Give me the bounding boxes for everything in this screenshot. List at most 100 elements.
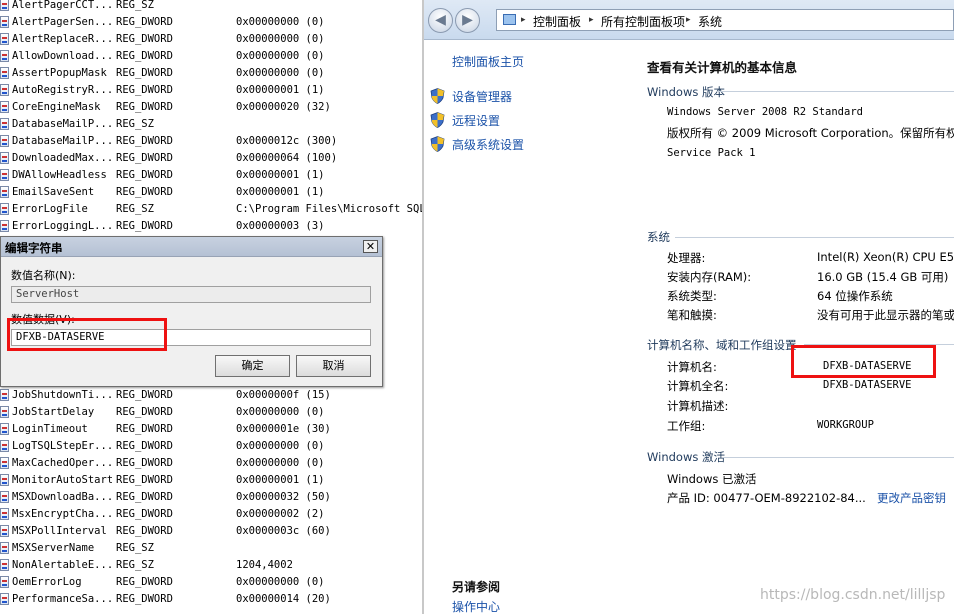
breadcrumb-separator-icon[interactable]: ▸ (686, 15, 691, 25)
registry-value-row[interactable]: DWAllowHeadless REG_DWORD 0x00000001 (1) (0, 167, 422, 184)
breadcrumb-system[interactable]: 系统 (698, 13, 722, 30)
edition-name: Windows Server 2008 R2 Standard (667, 106, 863, 118)
value-name-label: 数值名称(N): (11, 269, 76, 282)
control-panel-home-link[interactable]: 控制面板主页 (452, 53, 524, 70)
service-pack: Service Pack 1 (667, 147, 756, 159)
system-info-panel: 查看有关计算机的基本信息 Windows 版本 Windows Server 2… (629, 41, 954, 614)
registry-value-type: REG_DWORD (116, 474, 173, 486)
registry-value-type: REG_DWORD (116, 423, 173, 435)
advanced-system-settings-link[interactable]: 高级系统设置 (452, 136, 524, 153)
registry-value-icon (0, 220, 9, 232)
workgroup-label: 工作组: (667, 419, 706, 433)
value-data-input[interactable]: DFXB-DATASERVE (11, 329, 371, 346)
action-center-link[interactable]: 操作中心 (452, 598, 500, 614)
system-heading: 系统 (647, 230, 670, 244)
registry-value-row[interactable]: MaxCachedOper... REG_DWORD 0x00000000 (0) (0, 455, 422, 472)
registry-value-name: PerformanceSa... (12, 593, 112, 605)
processor-label: 处理器: (667, 251, 706, 265)
address-bar[interactable]: ▸ 控制面板 ▸ 所有控制面板项 ▸ 系统 (496, 9, 954, 31)
registry-value-type: REG_DWORD (116, 169, 173, 181)
forward-arrow-icon[interactable]: ▶ (455, 8, 480, 33)
device-manager-link[interactable]: 设备管理器 (452, 88, 512, 105)
registry-value-row[interactable]: LogTSQLStepEr... REG_DWORD 0x00000000 (0) (0, 438, 422, 455)
registry-value-row[interactable]: MonitorAutoStart REG_DWORD 0x00000001 (1) (0, 472, 422, 489)
registry-value-type: REG_DWORD (116, 593, 173, 605)
registry-value-row[interactable]: AlertPagerCCT... REG_SZ (0, 0, 422, 14)
registry-value-row[interactable]: CoreEngineMask REG_DWORD 0x00000020 (32) (0, 99, 422, 116)
dialog-titlebar[interactable]: 编辑字符串 ✕ (1, 237, 382, 257)
registry-value-data: 0x00000001 (1) (236, 169, 325, 181)
registry-value-data: 0x00000000 (0) (236, 576, 325, 588)
registry-value-name: AlertPagerCCT... (12, 0, 112, 11)
section-divider (717, 91, 954, 92)
registry-value-name: MaxCachedOper... (12, 457, 112, 469)
registry-value-row[interactable]: JobStartDelay REG_DWORD 0x00000000 (0) (0, 404, 422, 421)
registry-value-row[interactable]: MSXPollInterval REG_DWORD 0x0000003c (60) (0, 523, 422, 540)
ram-label: 安装内存(RAM): (667, 270, 752, 284)
registry-value-data: 0x00000000 (0) (236, 457, 325, 469)
registry-value-row[interactable]: AutoRegistryR... REG_DWORD 0x00000001 (1) (0, 82, 422, 99)
registry-value-type: REG_DWORD (116, 440, 173, 452)
dialog-title: 编辑字符串 (5, 241, 63, 255)
registry-value-row[interactable]: DatabaseMailP... REG_SZ (0, 116, 422, 133)
registry-value-data: 0x00000000 (0) (236, 16, 325, 28)
registry-value-row[interactable]: AllowDownload... REG_DWORD 0x00000000 (0) (0, 48, 422, 65)
registry-value-name: MSXDownloadBa... (12, 491, 112, 503)
registry-value-row[interactable]: NonAlertableE... REG_SZ 1204,4002 (0, 557, 422, 574)
control-panel-window: ◀ ▶ ▸ 控制面板 ▸ 所有控制面板项 ▸ 系统 控制面板主页 设备管理器 远… (424, 0, 954, 614)
registry-value-name: MSXPollInterval (12, 525, 107, 537)
registry-value-type: REG_SZ (116, 0, 154, 11)
pen-touch-value: 没有可用于此显示器的笔或触控输入 (817, 308, 954, 322)
cancel-button[interactable]: 取消 (296, 355, 371, 377)
registry-value-name: OemErrorLog (12, 576, 82, 588)
registry-value-row[interactable]: ErrorLoggingL... REG_DWORD 0x00000003 (3) (0, 218, 422, 235)
registry-value-row[interactable]: AlertReplaceR... REG_DWORD 0x00000000 (0) (0, 31, 422, 48)
registry-value-row[interactable]: MsxEncryptCha... REG_DWORD 0x00000002 (2) (0, 506, 422, 523)
registry-value-data: 0x00000003 (3) (236, 220, 325, 232)
windows-activation-heading: Windows 激活 (647, 450, 725, 464)
ok-button[interactable]: 确定 (215, 355, 290, 377)
registry-value-data: 0x00000002 (2) (236, 508, 325, 520)
registry-value-data: 0x0000003c (60) (236, 525, 331, 537)
registry-value-data: C:\Program Files\Microsoft SQL (236, 203, 422, 215)
registry-value-row[interactable]: OemErrorLog REG_DWORD 0x00000000 (0) (0, 574, 422, 591)
registry-value-type: REG_DWORD (116, 406, 173, 418)
registry-value-type: REG_DWORD (116, 508, 173, 520)
registry-value-type: REG_SZ (116, 203, 154, 215)
remote-settings-link[interactable]: 远程设置 (452, 112, 500, 129)
registry-value-row[interactable]: ErrorLogFile REG_SZ C:\Program Files\Micro… (0, 201, 422, 218)
close-icon[interactable]: ✕ (363, 240, 378, 253)
registry-value-row[interactable]: JobShutdownTi... REG_DWORD 0x0000000f (15) (0, 387, 422, 404)
breadcrumb-separator-icon[interactable]: ▸ (521, 15, 526, 25)
full-computer-name-label: 计算机全名: (667, 379, 729, 393)
registry-value-name: ErrorLogFile (12, 203, 88, 215)
registry-value-name: MonitorAutoStart (12, 474, 112, 486)
pen-touch-label: 笔和触摸: (667, 308, 717, 322)
registry-value-data: 0x00000000 (0) (236, 67, 325, 79)
registry-value-icon (0, 389, 9, 401)
registry-value-row[interactable]: AlertPagerSen... REG_DWORD 0x00000000 (0) (0, 14, 422, 31)
registry-value-row[interactable]: AssertPopupMask REG_DWORD 0x00000000 (0) (0, 65, 422, 82)
change-product-key-link[interactable]: 更改产品密钥 (877, 490, 946, 506)
registry-value-row[interactable]: DatabaseMailP... REG_DWORD 0x0000012c (300… (0, 133, 422, 150)
registry-value-name: MSXServerName (12, 542, 95, 554)
registry-value-row[interactable]: LoginTimeout REG_DWORD 0x0000001e (30) (0, 421, 422, 438)
registry-value-type: REG_DWORD (116, 67, 173, 79)
registry-value-data: 0x00000001 (1) (236, 186, 325, 198)
registry-value-name: ErrorLoggingL... (12, 220, 112, 232)
breadcrumb-separator-icon[interactable]: ▸ (589, 15, 594, 25)
registry-value-row[interactable]: MSXDownloadBa... REG_DWORD 0x00000032 (50) (0, 489, 422, 506)
breadcrumb-all-items[interactable]: 所有控制面板项 (601, 13, 685, 30)
registry-value-type: REG_DWORD (116, 220, 173, 232)
registry-value-row[interactable]: PerformanceSa... REG_DWORD 0x00000014 (20) (0, 591, 422, 608)
full-computer-name-value: DFXB-DATASERVE (823, 379, 912, 391)
registry-value-row[interactable]: EmailSaveSent REG_DWORD 0x00000001 (1) (0, 184, 422, 201)
registry-value-data: 0x00000000 (0) (236, 33, 325, 45)
registry-value-type: REG_DWORD (116, 33, 173, 45)
registry-value-row[interactable]: DownloadedMax... REG_DWORD 0x00000064 (100… (0, 150, 422, 167)
registry-value-row[interactable]: MSXServerName REG_SZ (0, 540, 422, 557)
control-panel-icon (503, 14, 516, 25)
registry-value-data: 0x00000064 (100) (236, 152, 338, 164)
back-arrow-icon[interactable]: ◀ (428, 8, 453, 33)
breadcrumb-control-panel[interactable]: 控制面板 (533, 13, 581, 30)
